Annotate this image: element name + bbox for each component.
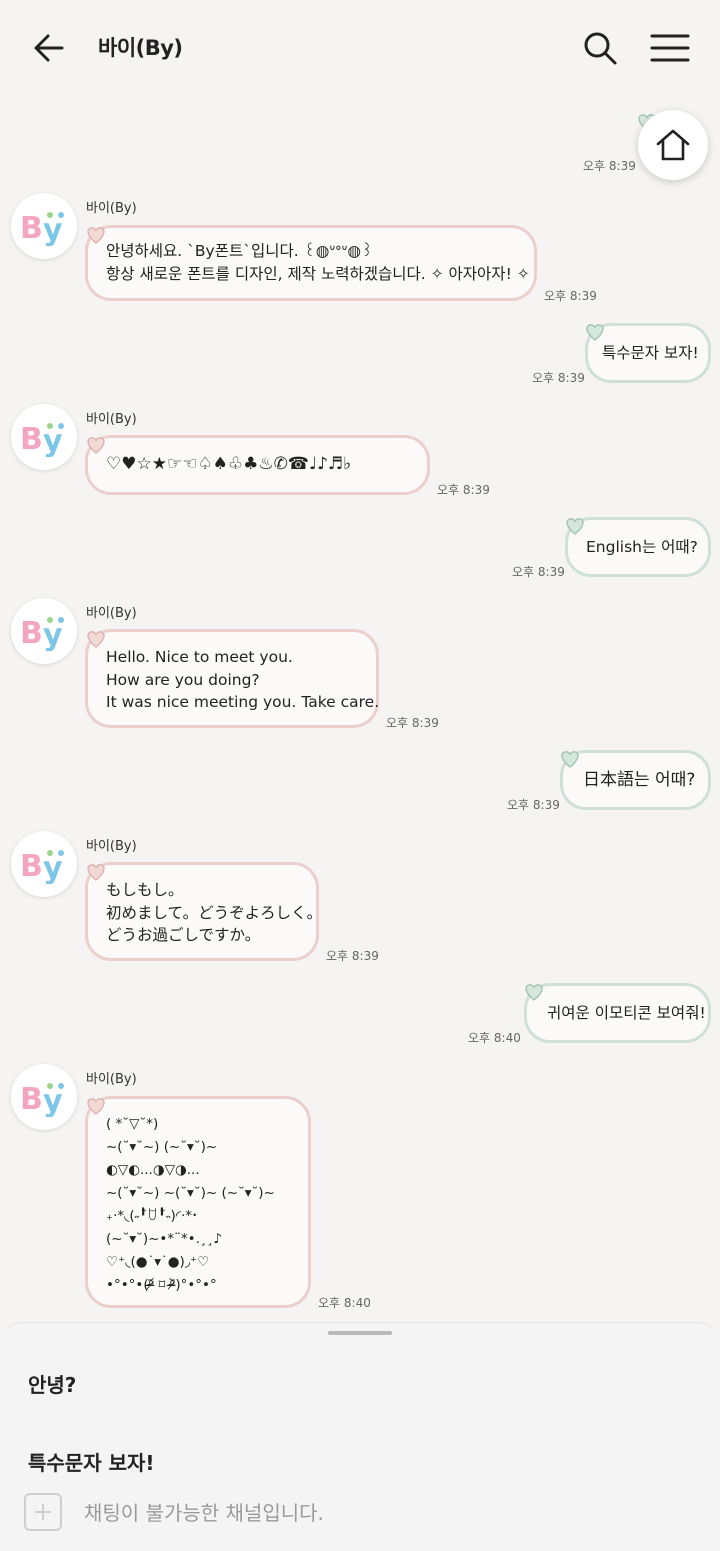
message-bubble: もしもし。 初めまして。どうぞよろしく。 どうお過ごしですか。 (85, 862, 323, 961)
message-bubble: 日本語는 어때? (560, 750, 711, 810)
message-line: ♡♥☆★☞☜♤♠♧♣♨✆☎♩♪♬♭ (106, 454, 352, 474)
svg-text:B: B (20, 211, 43, 246)
message-time: 오후 8:39 (326, 949, 379, 963)
message-bubble: English는 어때? (565, 517, 711, 577)
svg-text:B: B (20, 616, 43, 651)
message-line: 안녕하세요. `By폰트`입니다. ꒰◍ᐡᐤᐡ◍꒱ (106, 242, 373, 260)
svg-text:y: y (43, 618, 63, 651)
menu-button[interactable] (648, 26, 692, 70)
message-time: 오후 8:39 (437, 483, 490, 497)
svg-text:B: B (20, 422, 43, 457)
heart-icon (85, 1096, 107, 1116)
sender-name: 바이(By) (86, 412, 137, 427)
avatar[interactable]: B y (11, 1064, 77, 1130)
message-line: もしもし。 (106, 881, 184, 899)
message-time: 오후 8:40 (318, 1296, 371, 1310)
sender-name: 바이(By) (86, 839, 137, 854)
heart-icon (85, 629, 107, 649)
message-line: It was nice meeting you. Take care. (106, 693, 380, 711)
message-line: 특수문자 보자! (602, 344, 699, 362)
message-line: •°•°•(ᵒ̴̶̷᷄ ⌑ ᵒ̴̶̷᷅)°•°•° (106, 1277, 217, 1293)
message-line: 항상 새로운 폰트를 디자인, 제작 노력하겠습니다. ✧ 아자아자! ✧ (106, 264, 530, 283)
by-logo-icon: B y (20, 211, 64, 246)
by-logo-icon: B y (20, 1082, 64, 1117)
message-line: 初めまして。どうぞよろしく。 (106, 903, 323, 922)
heart-icon (85, 225, 107, 245)
chat-disabled-notice: 채팅이 불가능한 채널입니다. (84, 1501, 324, 1525)
avatar[interactable]: B y (11, 831, 77, 897)
by-logo-icon: B y (20, 422, 64, 457)
heart-icon (85, 435, 107, 455)
message-bubble: ( *˘▽˘*) ~(˘▾˘~) (~˘▾˘)~ ◐▽◐...◑▽◑... ~(… (85, 1096, 311, 1308)
svg-text:B: B (20, 1082, 43, 1117)
quick-reply-sheet: 안녕? 특수문자 보자! 채팅이 불가능한 채널입니다. (0, 1322, 720, 1551)
back-button[interactable] (28, 26, 72, 70)
by-logo-icon: B y (20, 849, 64, 884)
message-time: 오후 8:39 (544, 289, 597, 303)
message-time: 오후 8:40 (468, 1031, 521, 1045)
sender-name: 바이(By) (86, 1072, 137, 1087)
home-button[interactable] (638, 110, 708, 180)
heart-icon (564, 516, 586, 536)
avatar[interactable]: B y (11, 598, 77, 664)
svg-text:y: y (43, 424, 63, 457)
message-line: ♡⁺◟(●˙▾˙●)◞⁺♡ (106, 1254, 210, 1270)
message-time: 오후 8:39 (512, 565, 565, 579)
svg-text:y: y (43, 213, 63, 246)
header: 바이(By) (0, 0, 720, 96)
search-icon (584, 32, 617, 65)
message-line: ₊·*◟(˶╹̆ꇴ╹̆˵)◜‧*･ (106, 1208, 198, 1224)
chat-title: 바이(By) (98, 36, 183, 60)
heart-icon (523, 982, 545, 1002)
quick-reply-item[interactable]: 안녕? (28, 1369, 76, 1398)
message-line: (~˘▾˘)~•*¨*•.¸¸♪ (106, 1231, 223, 1247)
plus-icon (24, 1493, 62, 1531)
svg-text:y: y (43, 1084, 63, 1117)
message-time: 오후 8:39 (532, 371, 585, 385)
search-button[interactable] (578, 26, 622, 70)
svg-text:y: y (43, 851, 63, 884)
message-bubble: Hello. Nice to meet you. How are you doi… (85, 629, 379, 728)
message-line: ( *˘▽˘*) (106, 1116, 159, 1132)
avatar[interactable]: B y (11, 193, 77, 259)
arrow-left-icon (34, 34, 64, 62)
message-line: Hello. Nice to meet you. (106, 648, 293, 666)
message-bubble: ♡♥☆★☞☜♤♠♧♣♨✆☎♩♪♬♭ (85, 435, 430, 495)
heart-icon (584, 322, 606, 342)
message-line: 귀여운 이모티콘 보여줘! (547, 1004, 706, 1022)
hamburger-menu-icon (650, 34, 690, 62)
chat-screen: 바이(By) 오후 8:39 B y 바이(By) 안녕하세요. `By폰트`입… (0, 0, 720, 1551)
heart-icon (559, 749, 581, 769)
message-time: 오후 8:39 (583, 159, 636, 173)
message-line: ◐▽◐...◑▽◑... (106, 1162, 200, 1178)
message-line: どうお過ごしですか。 (106, 926, 261, 944)
avatar[interactable]: B y (11, 404, 77, 470)
home-icon (656, 129, 690, 161)
message-time: 오후 8:39 (386, 716, 439, 730)
message-line: English는 어때? (586, 538, 698, 556)
message-line: ~(˘▾˘~) ~(˘▾˘)~ (~˘▾˘)~ (106, 1185, 275, 1201)
message-line: ~(˘▾˘~) (~˘▾˘)~ (106, 1139, 218, 1155)
message-line: 日本語는 어때? (583, 770, 696, 790)
quick-reply-item[interactable]: 특수문자 보자! (28, 1447, 154, 1476)
message-bubble: 귀여운 이모티콘 보여줘! (524, 983, 711, 1043)
svg-text:B: B (20, 849, 43, 884)
message-line: How are you doing? (106, 670, 260, 689)
heart-icon (85, 862, 107, 882)
message-time: 오후 8:39 (507, 798, 560, 812)
by-logo-icon: B y (20, 616, 64, 651)
sender-name: 바이(By) (86, 606, 137, 621)
sender-name: 바이(By) (86, 201, 137, 216)
sheet-grabber[interactable] (328, 1331, 392, 1335)
message-bubble: 안녕하세요. `By폰트`입니다. ꒰◍ᐡᐤᐡ◍꒱ 항상 새로운 폰트를 디자인… (85, 225, 537, 301)
